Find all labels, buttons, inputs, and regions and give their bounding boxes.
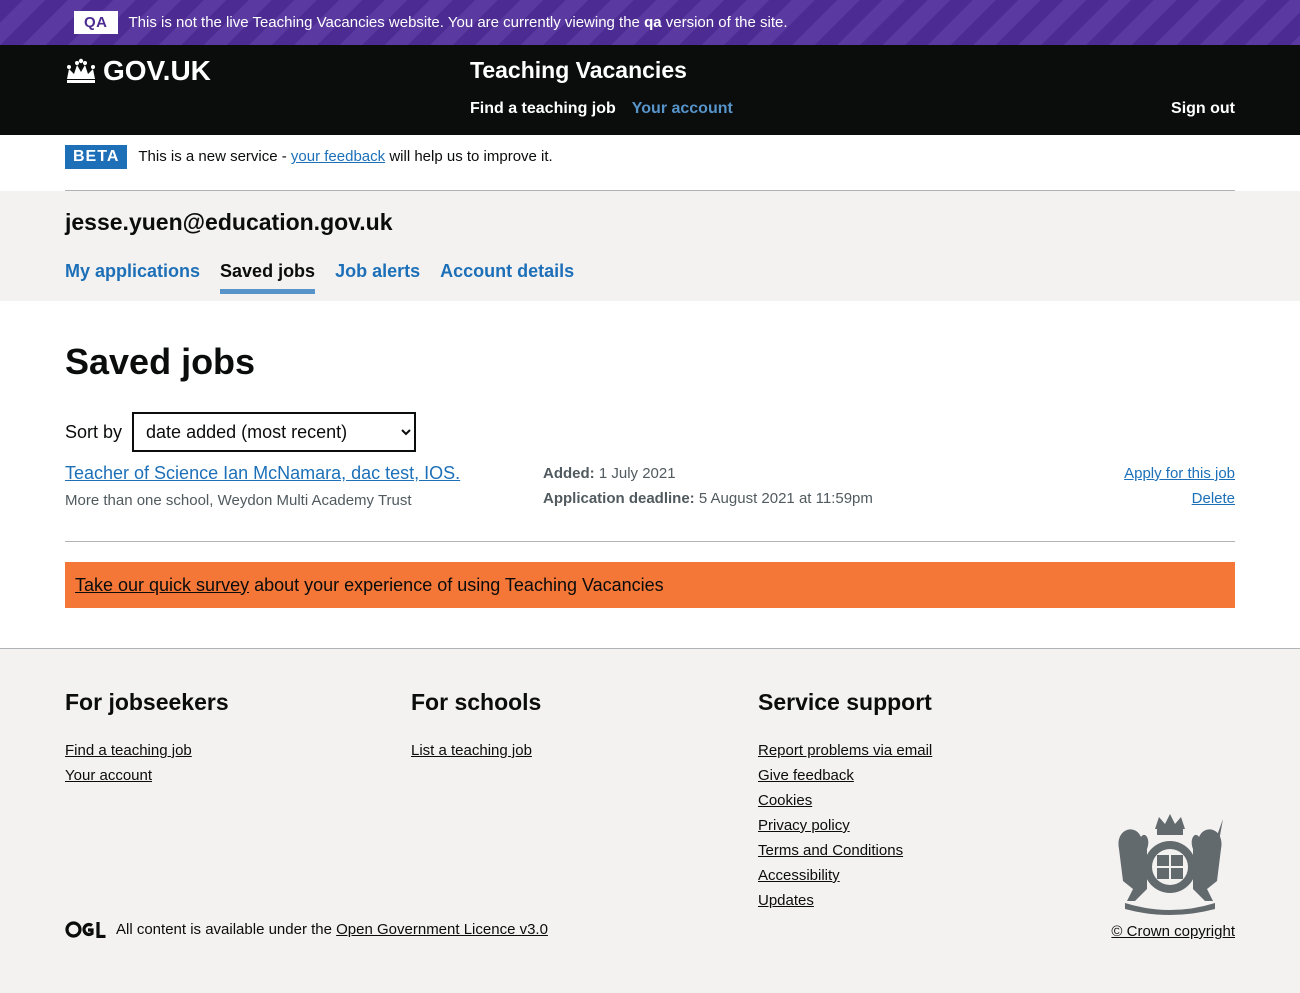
footer-link-updates[interactable]: Updates bbox=[758, 888, 932, 913]
delete-link[interactable]: Delete bbox=[1124, 486, 1235, 511]
header-nav: Find a teaching job Your account bbox=[470, 100, 733, 118]
beta-text-after: will help us to improve it. bbox=[385, 148, 553, 165]
feedback-link[interactable]: your feedback bbox=[291, 148, 385, 165]
tab-account-details[interactable]: Account details bbox=[440, 261, 574, 294]
deadline-label: Application deadline: bbox=[543, 490, 695, 507]
licence-row: All content is available under the Open … bbox=[65, 921, 548, 938]
footer-support-heading: Service support bbox=[758, 689, 932, 715]
service-name[interactable]: Teaching Vacancies bbox=[470, 57, 687, 84]
apply-link[interactable]: Apply for this job bbox=[1124, 461, 1235, 486]
qa-banner: QA This is not the live Teaching Vacanci… bbox=[0, 0, 1300, 45]
logo-text: GOV.UK bbox=[103, 55, 211, 86]
nav-your-account[interactable]: Your account bbox=[632, 100, 733, 118]
added-row: Added: 1 July 2021 bbox=[543, 461, 873, 486]
added-value: 1 July 2021 bbox=[598, 465, 676, 482]
account-tabs: My applications Saved jobs Job alerts Ac… bbox=[65, 261, 574, 294]
main-content: Saved jobs Sort by date added (most rece… bbox=[0, 301, 1300, 648]
qa-text-after: version of the site. bbox=[661, 14, 788, 31]
licence-text-before: All content is available under the bbox=[116, 921, 337, 938]
tab-my-applications[interactable]: My applications bbox=[65, 261, 200, 294]
site-header: GOV.UK Teaching Vacancies Find a teachin… bbox=[0, 45, 1300, 145]
footer-support: Service support Report problems via emai… bbox=[758, 689, 932, 913]
added-label: Added: bbox=[543, 465, 595, 482]
survey-banner: Take our quick survey about your experie… bbox=[65, 562, 1235, 608]
sort-control: Sort by date added (most recent) bbox=[65, 412, 417, 452]
footer-link-give-feedback[interactable]: Give feedback bbox=[758, 763, 932, 788]
deadline-row: Application deadline: 5 August 2021 at 1… bbox=[543, 486, 873, 511]
sign-out-link[interactable]: Sign out bbox=[1171, 100, 1235, 118]
survey-text: about your experience of using Teaching … bbox=[249, 574, 664, 595]
footer-schools-heading: For schools bbox=[411, 689, 542, 715]
beta-tag: BETA bbox=[65, 145, 128, 169]
job-title-link[interactable]: Teacher of Science Ian McNamara, dac tes… bbox=[65, 463, 460, 484]
tab-saved-jobs[interactable]: Saved jobs bbox=[220, 261, 316, 294]
page-title: Saved jobs bbox=[65, 341, 256, 382]
footer-link-cookies[interactable]: Cookies bbox=[758, 788, 932, 813]
crown-icon bbox=[67, 58, 95, 83]
survey-link[interactable]: Take our quick survey bbox=[75, 575, 249, 596]
site-footer: For jobseekers Find a teaching job Your … bbox=[0, 648, 1300, 993]
sort-select[interactable]: date added (most recent) bbox=[132, 412, 417, 452]
crown-copyright-link[interactable]: © Crown copyright bbox=[1111, 923, 1235, 940]
account-email: jesse.yuen@education.gov.uk bbox=[65, 209, 393, 235]
job-actions: Apply for this job Delete bbox=[1124, 461, 1235, 511]
account-header: jesse.yuen@education.gov.uk My applicati… bbox=[0, 191, 1300, 301]
footer-link-privacy[interactable]: Privacy policy bbox=[758, 813, 932, 838]
footer-link-your-account[interactable]: Your account bbox=[65, 763, 229, 788]
nav-find-job[interactable]: Find a teaching job bbox=[470, 100, 616, 118]
footer-link-report-problems[interactable]: Report problems via email bbox=[758, 738, 932, 763]
ogl-licence-link[interactable]: Open Government Licence v3.0 bbox=[336, 921, 548, 938]
royal-coat-of-arms-icon bbox=[1118, 814, 1223, 915]
job-meta: Added: 1 July 2021 Application deadline:… bbox=[543, 461, 873, 511]
beta-message: This is a new service - your feedback wi… bbox=[138, 148, 552, 165]
tab-job-alerts[interactable]: Job alerts bbox=[335, 261, 420, 294]
footer-link-accessibility[interactable]: Accessibility bbox=[758, 863, 932, 888]
qa-tag: QA bbox=[74, 11, 118, 34]
footer-jobseekers-heading: For jobseekers bbox=[65, 689, 229, 715]
footer-link-find-job[interactable]: Find a teaching job bbox=[65, 738, 229, 763]
ogl-logo-icon bbox=[65, 921, 106, 938]
qa-message: This is not the live Teaching Vacancies … bbox=[129, 14, 788, 31]
sort-label: Sort by bbox=[65, 421, 123, 442]
licence-text: All content is available under the Open … bbox=[116, 921, 548, 938]
footer-jobseekers: For jobseekers Find a teaching job Your … bbox=[65, 689, 229, 788]
saved-job-item: Teacher of Science Ian McNamara, dac tes… bbox=[65, 461, 1235, 542]
qa-text-bold: qa bbox=[644, 14, 662, 31]
govuk-logo-link[interactable]: GOV.UK bbox=[65, 55, 211, 87]
qa-text-before: This is not the live Teaching Vacancies … bbox=[128, 14, 645, 31]
beta-text-before: This is a new service - bbox=[138, 148, 291, 165]
footer-link-list-job[interactable]: List a teaching job bbox=[411, 738, 541, 763]
job-school: More than one school, Weydon Multi Acade… bbox=[65, 492, 412, 509]
footer-link-terms[interactable]: Terms and Conditions bbox=[758, 838, 932, 863]
beta-banner-wrap: BETA This is a new service - your feedba… bbox=[0, 135, 1300, 191]
beta-banner: BETA This is a new service - your feedba… bbox=[65, 145, 1235, 191]
footer-schools: For schools List a teaching job bbox=[411, 689, 541, 763]
deadline-value: 5 August 2021 at 11:59pm bbox=[698, 490, 873, 507]
